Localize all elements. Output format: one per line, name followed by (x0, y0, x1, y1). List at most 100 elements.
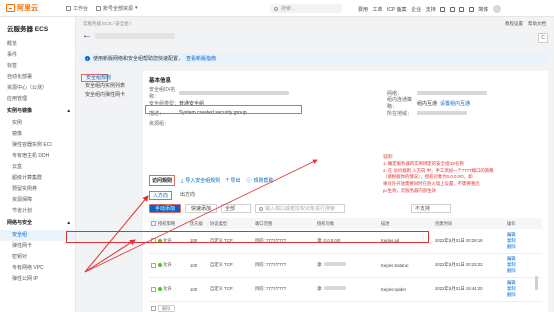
aliyun-logo[interactable]: 阿里云 (6, 3, 58, 13)
sidebar-item-app-management[interactable]: 应用管理 (0, 94, 75, 105)
sidebar-item-reserved[interactable]: 预留实例券 (0, 184, 75, 195)
rule-toolbar: 访问规则 ⤓ 导入安全组规则 ⤒ 导出 ⓘ 规则帮助 (149, 175, 274, 186)
sidebar-item-eni[interactable]: 弹性网卡 (0, 241, 75, 252)
top-link-tickets[interactable]: 工单 (373, 6, 383, 13)
annotation-line: pc生效，云服务器内部生效 (383, 187, 436, 193)
delete-link[interactable]: 删除 (507, 292, 542, 298)
row-checkbox[interactable] (151, 262, 156, 268)
search-placeholder: 搜索... (281, 6, 296, 12)
region-label: 所在地域： (387, 110, 413, 117)
sidebar-group-instances-label: 实例与镜像 (7, 108, 33, 114)
breadcrumb[interactable]: 云服务器 ECS / 安全组 / (83, 21, 131, 27)
sidebar-item-vpc[interactable]: 专有网络 VPC (0, 263, 75, 274)
resource-group-label: 账号全部资源 (103, 5, 134, 12)
delete-link[interactable]: 删除 (507, 244, 542, 250)
col-policy: 授权策略 (156, 218, 188, 229)
banner-link[interactable]: 查看新版指南 (186, 55, 216, 62)
tutorial-link[interactable]: 教程设置 (505, 21, 523, 27)
sidebar-item-images[interactable]: 镜像 (0, 129, 75, 140)
export-link[interactable]: ⤒ 导出 (226, 177, 240, 185)
refresh-button[interactable]: C (538, 33, 548, 43)
help-doc-link[interactable]: 帮助文档 (528, 21, 546, 27)
source-cell: 源: (317, 286, 324, 291)
top-link-fees[interactable]: 费用 (358, 6, 368, 13)
scrollbar[interactable] (535, 276, 538, 290)
terminal-icon[interactable] (440, 6, 446, 12)
filter-search-input[interactable]: 输入端口或者授权对象进行搜索 (255, 204, 346, 213)
policy-cell: 允许 (163, 262, 172, 267)
quick-add-button[interactable]: 快速添加 (185, 204, 218, 213)
filter-type-select[interactable]: 全部 (221, 204, 252, 213)
col-priority: 优先级 (188, 218, 208, 229)
sidebar-item-tags[interactable]: 标签 (0, 61, 75, 72)
import-rules-label: 导入安全组规则 (185, 178, 221, 184)
sidebar-item-events[interactable]: 事件 (0, 50, 75, 61)
col-port: 端口范围 (253, 218, 315, 229)
sidebar-item-resource-center[interactable]: 资源中心（公测） (0, 83, 75, 94)
workbench-link[interactable]: 工作台 (66, 5, 88, 12)
rules-tab[interactable]: 访问规则 (149, 175, 176, 186)
sidebar-item-overview[interactable]: 概览 (0, 39, 75, 50)
sidebar-item-supercomputing[interactable]: 超级计算集群 (0, 173, 75, 184)
back-arrow-icon[interactable]: ← (82, 30, 92, 41)
workbench-label: 工作台 (73, 5, 89, 12)
global-search-input[interactable]: 搜索... (270, 4, 342, 13)
direction-tabs: 入方向 出方向 (149, 191, 195, 200)
delete-link[interactable]: 删除 (507, 268, 542, 274)
sidebar-title: 云服务器 ECS (7, 26, 49, 33)
sidebar-item-assurance[interactable]: 资源保障 (0, 195, 75, 206)
sidebar-group-instances[interactable]: 实例与镜像 ▴ (0, 105, 75, 118)
footer-checkbox[interactable] (151, 305, 156, 311)
avatar[interactable] (492, 5, 501, 13)
protocol-cell: 自定义 TCP (208, 253, 253, 278)
port-cell: 目的: 7777/7777 (253, 277, 315, 302)
sidebar-item-instances[interactable]: 实例 (0, 118, 75, 129)
subnav-eni[interactable]: 安全组内弹性网卡 (81, 91, 141, 100)
chevron-up-icon: ▴ (67, 108, 70, 114)
filter-secondary-select[interactable]: 不支持 (411, 204, 451, 213)
subnav-rules[interactable]: 安全组规则 (81, 74, 111, 82)
sub-navigation: 安全组规则 安全组内实例列表 安全组内弹性网卡 (81, 74, 141, 100)
annotation-note: 说明： 1. 确定服务器的实例绑定的安全组ID/名称 2. 在 访问规则 入方向… (383, 154, 553, 195)
select-all-checkbox[interactable] (151, 221, 156, 227)
sidebar-item-eci[interactable]: 弹性容器实例 ECI (0, 140, 75, 151)
sidebar-item-security-groups[interactable]: 安全组 (0, 230, 75, 241)
select-all-header (149, 218, 156, 229)
top-link-support[interactable]: 支持 (426, 6, 436, 13)
sidebar-item-automation[interactable]: 自动化部署 (0, 72, 75, 83)
chevron-up-icon: ▴ (67, 220, 70, 226)
info-icon: i (85, 55, 90, 61)
sidebar-item-eip[interactable]: 弹性公网 IP (0, 274, 75, 285)
row-checkbox[interactable] (151, 238, 156, 244)
help-icon[interactable] (468, 6, 474, 12)
allow-status-icon (158, 238, 162, 243)
help-circle-icon: ⓘ (246, 178, 252, 184)
tab-inbound[interactable]: 入方向 (149, 191, 173, 200)
sidebar-item-cloudbox[interactable]: 云盒 (0, 162, 75, 173)
source-redacted (323, 286, 346, 290)
manual-add-button[interactable]: 手动添加 (149, 204, 182, 213)
allow-status-icon (158, 262, 162, 267)
top-link-icp[interactable]: ICP 备案 (387, 6, 407, 13)
sidebar-item-savings[interactable]: 节省计划 (0, 206, 75, 217)
top-link-enterprise[interactable]: 企业 (411, 6, 421, 13)
id-highlight-box (145, 105, 302, 114)
policy-link[interactable]: 设置组内互通 (440, 100, 470, 107)
rule-help-link[interactable]: ⓘ 规则帮助 (246, 177, 273, 184)
group-label: 资源组： (149, 120, 170, 127)
sidebar-item-ddh[interactable]: 专有宿主机 DDH (0, 151, 75, 162)
batch-delete-button[interactable]: 删除 (158, 304, 175, 312)
sidebar-item-keypairs[interactable]: 密钥对 (0, 252, 75, 263)
tab-outbound[interactable]: 出方向 (180, 191, 195, 200)
language-switch[interactable]: 简体 (478, 6, 488, 13)
message-icon[interactable] (449, 6, 455, 12)
row-checkbox[interactable] (151, 286, 156, 292)
resource-group-select[interactable]: 账号全部资源 ▾ (96, 5, 138, 12)
sidebar-group-network-label: 网络与安全 (7, 220, 33, 226)
cart-icon[interactable] (459, 6, 465, 12)
sidebar-group-network[interactable]: 网络与安全 ▴ (0, 217, 75, 230)
import-rules-link[interactable]: ⤓ 导入安全组规则 (181, 177, 221, 185)
filter-placeholder: 输入端口或者授权对象进行搜索 (265, 205, 336, 212)
subnav-instances[interactable]: 安全组内实例列表 (81, 82, 141, 91)
banner-text: 使用新版网络和安全组帮助您快速配置， (93, 55, 184, 62)
